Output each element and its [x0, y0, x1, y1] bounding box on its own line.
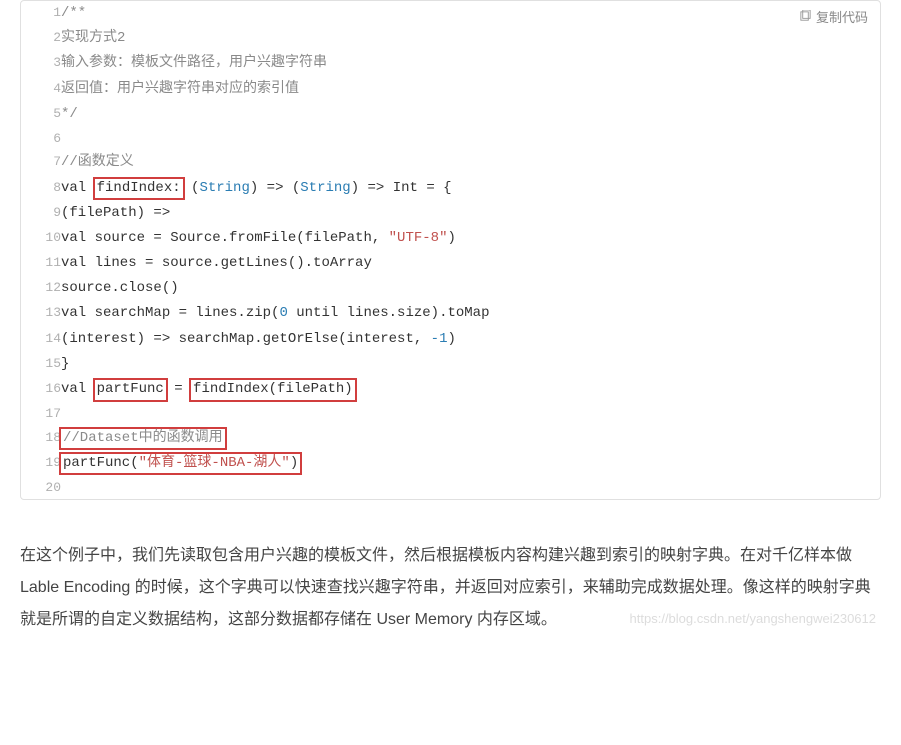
highlight-dataset-comment: //Dataset中的函数调用	[59, 427, 227, 451]
code-line: partFunc("体育-篮球-NBA-湖人")	[61, 451, 880, 476]
code-line	[61, 476, 880, 499]
code-line: val findIndex: (String) => (String) => I…	[61, 176, 880, 201]
line-number: 5	[21, 102, 61, 127]
line-number: 18	[21, 426, 61, 451]
line-number: 17	[21, 402, 61, 425]
line-number: 16	[21, 377, 61, 402]
line-number: 15	[21, 352, 61, 377]
highlight-partfunc: partFunc	[93, 378, 168, 402]
line-number: 1	[21, 1, 61, 26]
article-paragraph: 在这个例子中，我们先读取包含用户兴趣的模板文件，然后根据模板内容构建兴趣到索引的…	[20, 540, 881, 656]
code-line: val source = Source.fromFile(filePath, "…	[61, 226, 880, 251]
code-line: 返回值：用户兴趣字符串对应的索引值	[61, 77, 880, 102]
line-number: 9	[21, 201, 61, 226]
highlight-findindex-call: findIndex(filePath)	[189, 378, 357, 402]
line-number: 12	[21, 276, 61, 301]
highlight-partfunc-call: partFunc("体育-篮球-NBA-湖人")	[59, 452, 302, 476]
code-line: //Dataset中的函数调用	[61, 426, 880, 451]
line-number: 7	[21, 150, 61, 175]
line-number: 3	[21, 51, 61, 76]
code-line: val lines = source.getLines().toArray	[61, 251, 880, 276]
code-line: 输入参数：模板文件路径，用户兴趣字符串	[61, 51, 880, 76]
line-number: 14	[21, 327, 61, 352]
code-line: val searchMap = lines.zip(0 until lines.…	[61, 301, 880, 326]
code-line: (interest) => searchMap.getOrElse(intere…	[61, 327, 880, 352]
code-line: /**	[61, 1, 880, 26]
line-number: 20	[21, 476, 61, 499]
code-line: }	[61, 352, 880, 377]
code-line	[61, 127, 880, 150]
code-line: //函数定义	[61, 150, 880, 175]
code-line: 实现方式2	[61, 26, 880, 51]
highlight-findindex: findIndex:	[93, 177, 185, 201]
line-number: 2	[21, 26, 61, 51]
code-line: */	[61, 102, 880, 127]
line-number: 13	[21, 301, 61, 326]
code-line: source.close()	[61, 276, 880, 301]
copy-code-label: 复制代码	[816, 7, 868, 26]
line-number: 6	[21, 127, 61, 150]
code-line: val partFunc = findIndex(filePath)	[61, 377, 880, 402]
copy-icon	[799, 10, 812, 23]
line-number: 8	[21, 176, 61, 201]
line-number: 10	[21, 226, 61, 251]
line-number: 4	[21, 77, 61, 102]
line-number: 19	[21, 451, 61, 476]
watermark: https://blog.csdn.net/yangshengwei230612	[630, 611, 876, 626]
line-number: 11	[21, 251, 61, 276]
code-line	[61, 402, 880, 425]
code-table: 1/** 2实现方式2 3输入参数：模板文件路径，用户兴趣字符串 4返回值：用户…	[21, 1, 880, 499]
code-block: 复制代码 1/** 2实现方式2 3输入参数：模板文件路径，用户兴趣字符串 4返…	[20, 0, 881, 500]
copy-code-button[interactable]: 复制代码	[799, 7, 868, 26]
code-line: (filePath) =>	[61, 201, 880, 226]
